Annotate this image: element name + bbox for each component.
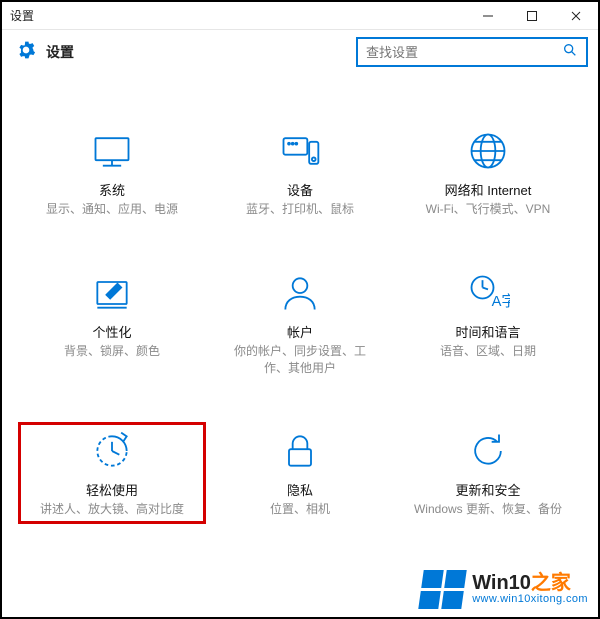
tile-accounts[interactable]: 帐户 你的帐户、同步设置、工作、其他用户 — [206, 264, 394, 383]
tile-title: 个性化 — [92, 322, 131, 341]
header: 设置 — [2, 30, 598, 74]
tile-time-language[interactable]: A字 时间和语言 语音、区域、日期 — [394, 264, 582, 383]
tile-system[interactable]: 系统 显示、通知、应用、电源 — [18, 122, 206, 224]
watermark-text: Win10之家 www.win10xitong.com — [472, 573, 588, 606]
tile-desc: 蓝牙、打印机、鼠标 — [246, 201, 354, 218]
tile-privacy[interactable]: 隐私 位置、相机 — [206, 422, 394, 524]
tile-update-security[interactable]: 更新和安全 Windows 更新、恢复、备份 — [394, 422, 582, 524]
tile-desc: 语音、区域、日期 — [440, 343, 536, 360]
gear-icon — [16, 40, 36, 65]
windows-logo-icon — [418, 570, 466, 609]
window-buttons — [466, 2, 598, 29]
watermark-brand-a: Win10 — [472, 572, 531, 594]
tile-title: 设备 — [287, 180, 313, 199]
devices-icon — [277, 128, 323, 174]
tile-ease-of-access[interactable]: 轻松使用 讲述人、放大镜、高对比度 — [18, 422, 206, 524]
watermark-brand-b: 之家 — [531, 572, 571, 594]
tile-title: 时间和语言 — [455, 322, 520, 341]
window-titlebar: 设置 — [2, 2, 598, 30]
tile-desc: 显示、通知、应用、电源 — [46, 201, 178, 218]
tile-desc: 背景、锁屏、颜色 — [64, 343, 160, 360]
tile-title: 网络和 Internet — [445, 180, 532, 199]
settings-grid: 系统 显示、通知、应用、电源 设备 蓝牙、打印机、鼠标 网络和 Internet… — [2, 74, 598, 524]
svg-text:A字: A字 — [492, 293, 510, 310]
globe-icon — [465, 128, 511, 174]
lock-icon — [277, 428, 323, 474]
tile-title: 系统 — [99, 180, 125, 199]
minimize-button[interactable] — [466, 2, 510, 29]
tile-desc: Windows 更新、恢复、备份 — [414, 501, 562, 518]
tile-desc: 位置、相机 — [270, 501, 330, 518]
watermark-url: www.win10xitong.com — [472, 594, 588, 606]
search-box[interactable] — [356, 37, 588, 67]
person-icon — [277, 270, 323, 316]
tile-title: 更新和安全 — [455, 480, 520, 499]
time-language-icon: A字 — [465, 270, 511, 316]
tile-desc: 讲述人、放大镜、高对比度 — [40, 501, 184, 518]
tile-title: 帐户 — [287, 322, 313, 341]
search-input[interactable] — [366, 45, 546, 60]
tile-personalization[interactable]: 个性化 背景、锁屏、颜色 — [18, 264, 206, 383]
tile-title: 隐私 — [287, 480, 313, 499]
watermark: Win10之家 www.win10xitong.com — [421, 570, 588, 609]
update-icon — [465, 428, 511, 474]
settings-window: 设置 设置 — [0, 0, 600, 619]
tile-network[interactable]: 网络和 Internet Wi-Fi、飞行模式、VPN — [394, 122, 582, 224]
window-title: 设置 — [10, 7, 34, 24]
maximize-button[interactable] — [510, 2, 554, 29]
tile-desc: Wi-Fi、飞行模式、VPN — [426, 201, 551, 218]
search-icon — [562, 42, 578, 63]
tile-devices[interactable]: 设备 蓝牙、打印机、鼠标 — [206, 122, 394, 224]
system-icon — [89, 128, 135, 174]
tile-desc: 你的帐户、同步设置、工作、其他用户 — [225, 343, 375, 377]
close-button[interactable] — [554, 2, 598, 29]
personalization-icon — [89, 270, 135, 316]
tile-title: 轻松使用 — [86, 480, 138, 499]
header-left: 设置 — [16, 40, 74, 65]
ease-of-access-icon — [89, 428, 135, 474]
page-title: 设置 — [46, 42, 74, 62]
